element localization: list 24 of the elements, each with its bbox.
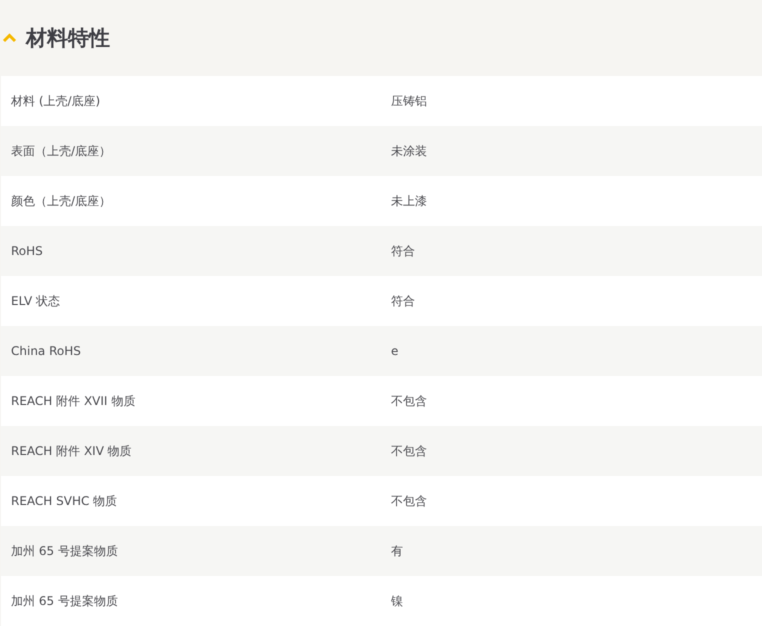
- property-name: China RoHS: [10, 344, 82, 358]
- property-value: 未上漆: [390, 192, 428, 210]
- property-name: REACH 附件 XIV 物质: [10, 442, 133, 460]
- property-name: 加州 65 号提案物质: [10, 592, 119, 610]
- property-name: 表面（上壳/底座）: [10, 142, 112, 160]
- property-value: 不包含: [390, 492, 428, 510]
- property-name: 材料 (上壳/底座): [10, 92, 102, 110]
- property-value: 符合: [390, 292, 416, 310]
- property-name: 加州 65 号提案物质: [10, 542, 119, 560]
- property-name: RoHS: [10, 244, 44, 258]
- property-name: 颜色（上壳/底座）: [10, 192, 112, 210]
- property-name: ELV 状态: [10, 292, 61, 310]
- property-value: 压铸铝: [390, 92, 428, 110]
- property-value: 有: [390, 542, 404, 560]
- property-name: REACH 附件 XVII 物质: [10, 392, 136, 410]
- property-value: 镍: [390, 592, 404, 610]
- property-value: 不包含: [390, 392, 428, 410]
- property-value: 符合: [390, 242, 416, 260]
- section-title: 材料特性: [26, 25, 110, 52]
- property-name: REACH SVHC 物质: [10, 492, 118, 510]
- property-value: 不包含: [390, 442, 428, 460]
- property-value: 未涂装: [390, 142, 428, 160]
- property-value: e: [390, 344, 400, 358]
- chevron-icon[interactable]: [2, 33, 17, 43]
